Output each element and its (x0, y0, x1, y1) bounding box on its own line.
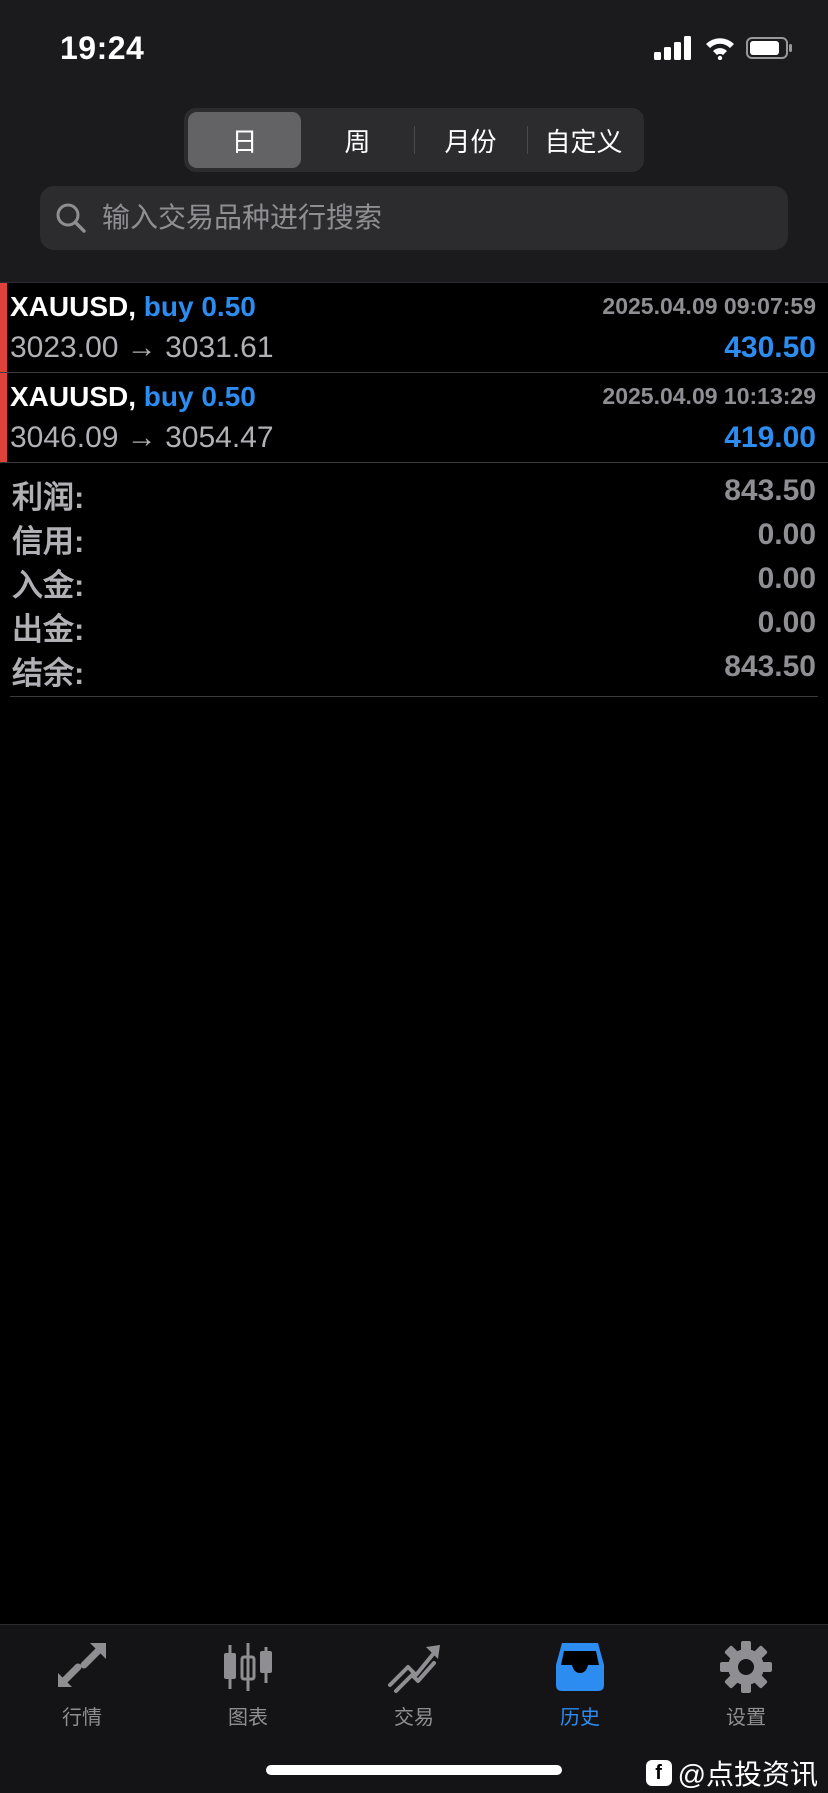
summary-label: 利润: (12, 480, 85, 515)
battery-icon (746, 37, 792, 59)
trade-side: buy 0.50 (143, 291, 256, 322)
tab-history[interactable]: 历史 (520, 1639, 640, 1730)
search-bar (40, 186, 788, 250)
watermark-text: @点投资讯 (677, 1759, 818, 1790)
watermark-logo-icon: f (645, 1760, 672, 1786)
trade-prices: 3023.00 → 3031.61 (10, 331, 274, 364)
segment-month[interactable]: 月份 (414, 112, 527, 168)
trade-profit: 430.50 (724, 331, 816, 364)
segment-week[interactable]: 周 (301, 112, 414, 168)
gear-icon (720, 1641, 772, 1693)
trade-row[interactable]: XAUUSD, buy 0.50 2025.04.09 09:07:59 302… (0, 283, 828, 373)
search-input[interactable] (100, 201, 788, 235)
summary-balance: 结余: 843.50 (10, 646, 818, 691)
summary-value: 843.50 (724, 474, 816, 507)
summary-withdrawal: 出金: 0.00 (10, 602, 818, 647)
tab-quotes[interactable]: 行情 (22, 1639, 142, 1730)
summary-value: 0.00 (757, 518, 816, 551)
summary-section: 利润: 843.50 信用: 0.00 入金: 0.00 出金: 0.00 结余… (10, 470, 818, 697)
summary-label: 入金: (12, 568, 85, 603)
tab-label: 设置 (726, 1707, 766, 1729)
trade-side: buy 0.50 (143, 381, 256, 412)
trade-prices: 3046.09 → 3054.47 (10, 421, 274, 454)
trade-profit: 419.00 (724, 421, 816, 454)
trade-list: XAUUSD, buy 0.50 2025.04.09 09:07:59 302… (0, 282, 828, 463)
tab-label: 图表 (228, 1707, 268, 1729)
header-area: 19:24 日 周 月份 自定义 (0, 0, 828, 282)
trade-datetime: 2025.04.09 09:07:59 (602, 293, 816, 319)
tab-label: 交易 (394, 1707, 434, 1729)
trade-symbol: XAUUSD, buy 0.50 (10, 381, 256, 413)
quotes-arrows-icon (58, 1643, 106, 1687)
tab-settings[interactable]: 设置 (686, 1639, 806, 1730)
period-segmented-control: 日 周 月份 自定义 (184, 108, 644, 172)
status-time: 19:24 (60, 30, 145, 66)
summary-value: 0.00 (757, 562, 816, 595)
tab-label: 历史 (560, 1707, 600, 1729)
summary-credit: 信用: 0.00 (10, 514, 818, 559)
history-inbox-icon (556, 1643, 604, 1691)
symbol-text: XAUUSD, (10, 381, 137, 412)
trade-datetime: 2025.04.09 10:13:29 (602, 383, 816, 409)
home-indicator (266, 1765, 562, 1775)
trade-trend-icon (388, 1645, 440, 1693)
summary-label: 信用: (12, 524, 85, 559)
buy-indicator-bar (0, 373, 7, 462)
summary-value: 843.50 (724, 650, 816, 683)
summary-label: 结余: (12, 656, 85, 691)
summary-value: 0.00 (757, 606, 816, 639)
watermark: f @点投资讯 (645, 1753, 818, 1793)
tab-label: 行情 (62, 1707, 102, 1729)
wifi-icon (706, 38, 734, 60)
trade-symbol: XAUUSD, buy 0.50 (10, 291, 256, 323)
buy-indicator-bar (0, 283, 7, 372)
status-icons (654, 36, 794, 60)
candlestick-chart-icon (224, 1643, 272, 1691)
cellular-signal-icon (654, 36, 691, 60)
search-icon (56, 203, 86, 233)
segment-custom[interactable]: 自定义 (527, 112, 640, 168)
summary-label: 出金: (12, 612, 85, 647)
symbol-text: XAUUSD, (10, 291, 137, 322)
tab-bar: 行情 图表 交易 历史 设置 f @点投资讯 (0, 1624, 828, 1793)
summary-profit: 利润: 843.50 (10, 470, 818, 515)
segment-day[interactable]: 日 (188, 112, 301, 168)
tab-charts[interactable]: 图表 (188, 1639, 308, 1730)
trade-row[interactable]: XAUUSD, buy 0.50 2025.04.09 10:13:29 304… (0, 373, 828, 463)
tab-trade[interactable]: 交易 (354, 1639, 474, 1730)
summary-deposit: 入金: 0.00 (10, 558, 818, 603)
